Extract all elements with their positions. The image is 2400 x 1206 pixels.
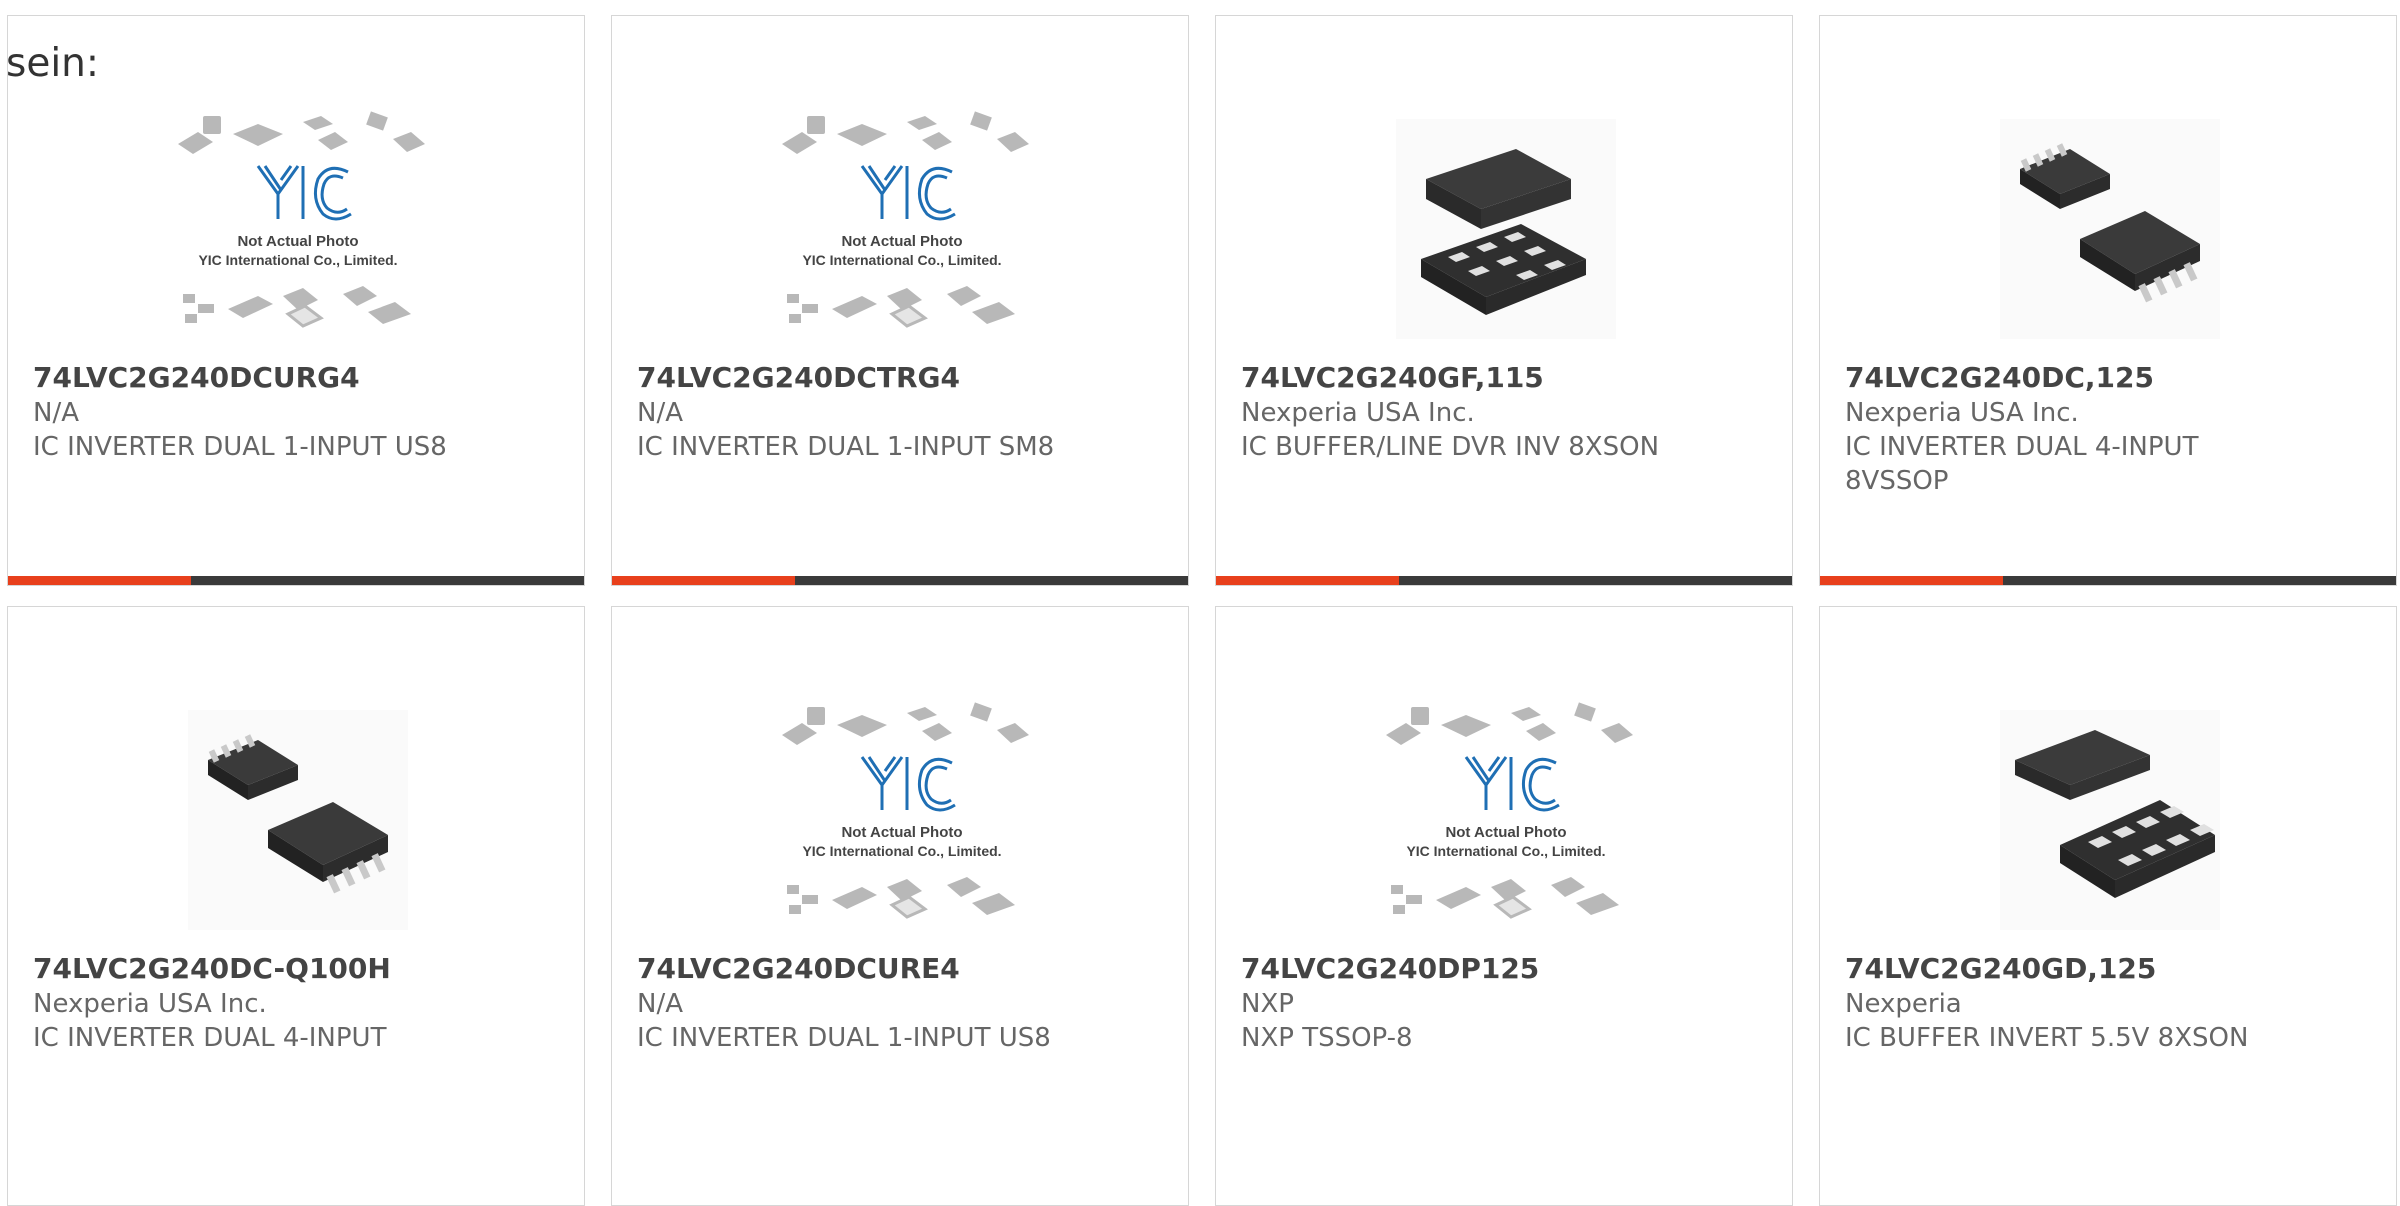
yic-placeholder-graphic: Not Actual Photo YIC International Co., … [782,701,1029,919]
yic-placeholder-graphic: Not Actual Photo YIC International Co., … [782,110,1029,328]
yic-placeholder-graphic: Not Actual Photo YIC International Co., … [178,110,425,328]
card-bottom-bar [8,576,584,585]
svg-text:YIC International Co., Limited: YIC International Co., Limited. [1406,843,1605,859]
product-card[interactable]: Not Actual Photo YIC International Co., … [611,15,1189,586]
product-card[interactable]: 74LVC2G240GF,115 Nexperia USA Inc. IC BU… [1215,15,1793,586]
description: IC INVERTER DUAL 1-INPUT SM8 [637,432,1055,462]
accent-bar [1820,576,2003,585]
svg-text:YIC International Co., Limited: YIC International Co., Limited. [802,252,1001,268]
manufacturer: Nexperia USA Inc. [1845,398,2079,428]
manufacturer: Nexperia USA Inc. [33,989,267,1019]
part-number[interactable]: 74LVC2G240DP125 [1241,952,1771,986]
section-heading: sein: [6,41,100,86]
product-grid: Not Actual Photo YIC International Co., … [7,15,2399,1206]
svg-text:YIC International Co., Limited: YIC International Co., Limited. [802,843,1001,859]
part-number[interactable]: 74LVC2G240GF,115 [1241,361,1771,395]
manufacturer: Nexperia USA Inc. [1241,398,1475,428]
description: IC BUFFER/LINE DVR INV 8XSON [1241,432,1660,462]
product-card[interactable]: Not Actual Photo YIC International Co., … [611,606,1189,1206]
part-number[interactable]: 74LVC2G240DC-Q100H [33,952,563,986]
accent-bar [612,576,795,585]
manufacturer: N/A [33,398,79,428]
manufacturer: Nexperia [1845,989,1962,1019]
product-card[interactable]: Not Actual Photo YIC International Co., … [1215,606,1793,1206]
card-bottom-bar [1820,576,2396,585]
yic-placeholder-graphic: Not Actual Photo YIC International Co., … [1386,701,1633,919]
description: IC BUFFER INVERT 5.5V 8XSON [1845,1023,2249,1053]
product-image[interactable] [1371,96,1641,361]
card-bottom-bar [612,576,1188,585]
svg-text:Not Actual Photo: Not Actual Photo [841,824,962,841]
accent-bar [1216,576,1399,585]
product-card[interactable]: 74LVC2G240DC,125 Nexperia USA Inc. IC IN… [1819,15,2397,586]
description: IC INVERTER DUAL 1-INPUT US8 [637,1023,1051,1053]
product-image[interactable] [1975,96,2245,361]
part-number[interactable]: 74LVC2G240DC,125 [1845,361,2375,395]
description: IC INVERTER DUAL 1-INPUT US8 [33,432,447,462]
vssop-chip-image [188,709,408,930]
manufacturer: NXP [1241,989,1294,1019]
part-number[interactable]: 74LVC2G240GD,125 [1845,952,2375,986]
xson-chip-image [1396,118,1616,339]
manufacturer: N/A [637,989,683,1019]
description: NXP TSSOP-8 [1241,1023,1413,1053]
description: IC INVERTER DUAL 4-INPUT [33,1023,387,1053]
xson-chip-image [2000,709,2220,930]
product-image[interactable] [1975,687,2245,952]
product-card[interactable]: 74LVC2G240DC-Q100H Nexperia USA Inc. IC … [7,606,585,1206]
product-image-placeholder[interactable]: Not Actual Photo YIC International Co., … [1371,687,1641,952]
svg-text:Not Actual Photo: Not Actual Photo [1445,824,1566,841]
product-card[interactable]: 74LVC2G240GD,125 Nexperia IC BUFFER INVE… [1819,606,2397,1206]
product-image-placeholder[interactable]: Not Actual Photo YIC International Co., … [163,96,433,361]
product-card[interactable]: Not Actual Photo YIC International Co., … [7,15,585,586]
part-number[interactable]: 74LVC2G240DCTRG4 [637,361,1167,395]
description: IC INVERTER DUAL 4-INPUT 8VSSOP [1845,432,2199,496]
product-image-placeholder[interactable]: Not Actual Photo YIC International Co., … [767,687,1037,952]
part-number[interactable]: 74LVC2G240DCURG4 [33,361,563,395]
vssop-chip-image [2000,118,2220,339]
accent-bar [8,576,191,585]
product-image-placeholder[interactable]: Not Actual Photo YIC International Co., … [767,96,1037,361]
svg-text:Not Actual Photo: Not Actual Photo [841,233,962,250]
manufacturer: N/A [637,398,683,428]
svg-text:Not Actual Photo: Not Actual Photo [237,233,358,250]
card-bottom-bar [1216,576,1792,585]
product-image[interactable] [163,687,433,952]
svg-text:YIC International Co., Limited: YIC International Co., Limited. [198,252,397,268]
part-number[interactable]: 74LVC2G240DCURE4 [637,952,1167,986]
